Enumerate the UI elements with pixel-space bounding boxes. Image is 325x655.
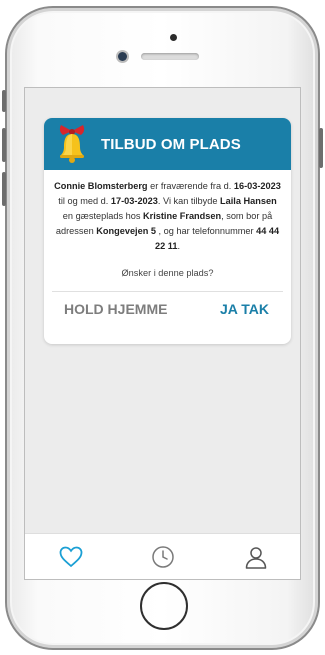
sensor-dot: [170, 34, 177, 41]
bottom-tab-bar: [25, 533, 300, 579]
mute-switch: [2, 90, 6, 112]
offer-dialog: TILBUD OM PLADS Connie Blomsterberg er f…: [44, 118, 291, 344]
date-to: 17-03-2023: [110, 196, 158, 206]
dialog-actions: HOLD HJEMME JA TAK: [44, 292, 291, 326]
tab-history[interactable]: [143, 540, 183, 574]
child-name: Connie Blomsterberg: [54, 181, 148, 191]
dialog-title: TILBUD OM PLADS: [101, 135, 241, 153]
user-icon: [245, 546, 267, 569]
clock-icon: [152, 545, 175, 568]
volume-up-button: [2, 128, 6, 162]
offer-message: Connie Blomsterberg er fraværende fra d.…: [54, 181, 281, 251]
tab-profile[interactable]: [236, 540, 276, 574]
address: Kongevejen 5: [96, 226, 156, 236]
dialog-header: TILBUD OM PLADS: [44, 118, 291, 170]
app-screen: TILBUD OM PLADS Connie Blomsterberg er f…: [24, 87, 301, 580]
volume-down-button: [2, 172, 6, 206]
front-camera: [118, 52, 127, 61]
power-button: [319, 128, 323, 168]
accept-button[interactable]: JA TAK: [220, 301, 269, 317]
earpiece-speaker: [141, 53, 199, 60]
bell-icon: [57, 124, 87, 164]
host-name: Kristine Frandsen: [143, 211, 222, 221]
home-button[interactable]: [140, 582, 188, 630]
heart-icon: [59, 546, 83, 567]
caretaker-name: Laila Hansen: [220, 196, 277, 206]
offer-question: Ønsker i denne plads?: [121, 268, 214, 278]
decline-button[interactable]: HOLD HJEMME: [64, 301, 167, 317]
tab-favorites[interactable]: [51, 540, 91, 574]
date-from: 16-03-2023: [233, 181, 281, 191]
